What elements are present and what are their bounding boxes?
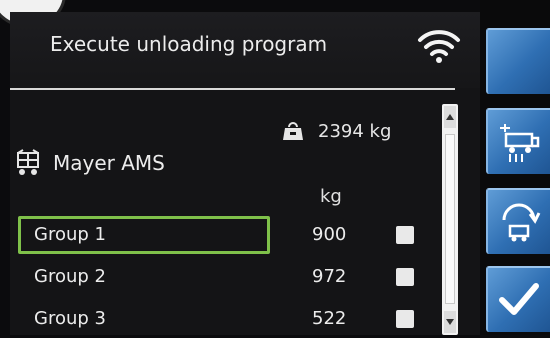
machine-name: Mayer AMS [53, 151, 165, 175]
main-screen: Execute unloading program 2394 kg Mayer … [10, 12, 480, 335]
sidebar-button-refill[interactable] [486, 188, 550, 254]
weight-icon [283, 122, 303, 140]
feed-mixer-icon [17, 149, 39, 175]
group-row[interactable]: Group 3 522 [14, 300, 444, 338]
page-title: Execute unloading program [50, 32, 328, 56]
group-label[interactable]: Group 1 [18, 216, 270, 254]
scroll-thumb[interactable] [445, 134, 455, 304]
header-bar: Execute unloading program [10, 12, 480, 88]
arrow-up-icon [446, 114, 454, 120]
action-sidebar [480, 0, 550, 335]
group-checkbox[interactable] [396, 268, 414, 286]
scroll-up-button[interactable] [444, 106, 456, 128]
group-checkbox[interactable] [396, 226, 414, 244]
group-label[interactable]: Group 2 [18, 258, 270, 296]
scroll-down-button[interactable] [444, 311, 456, 333]
header-divider [10, 88, 455, 90]
sidebar-button-blank[interactable] [486, 28, 550, 94]
group-weight: 522 [312, 308, 347, 329]
sidebar-button-unloading[interactable] [486, 108, 550, 174]
group-weight: 900 [312, 224, 347, 245]
group-row[interactable]: Group 2 972 [14, 258, 444, 296]
refill-icon [502, 203, 541, 242]
wifi-icon [418, 30, 460, 63]
total-weight-row: 2394 kg [282, 118, 391, 144]
total-weight-value: 2394 kg [318, 120, 392, 142]
group-weight: 972 [312, 266, 347, 287]
group-checkbox[interactable] [396, 310, 414, 328]
group-row[interactable]: Group 1 900 [14, 216, 444, 254]
group-label[interactable]: Group 3 [18, 300, 270, 338]
unit-column-header: kg [320, 186, 342, 207]
sidebar-button-confirm[interactable] [486, 266, 550, 332]
unloading-vehicle-icon [500, 124, 540, 162]
scrollbar[interactable] [442, 104, 458, 335]
checkmark-icon [499, 283, 539, 315]
arrow-down-icon [446, 319, 454, 325]
machine-row: Mayer AMS [15, 146, 165, 180]
